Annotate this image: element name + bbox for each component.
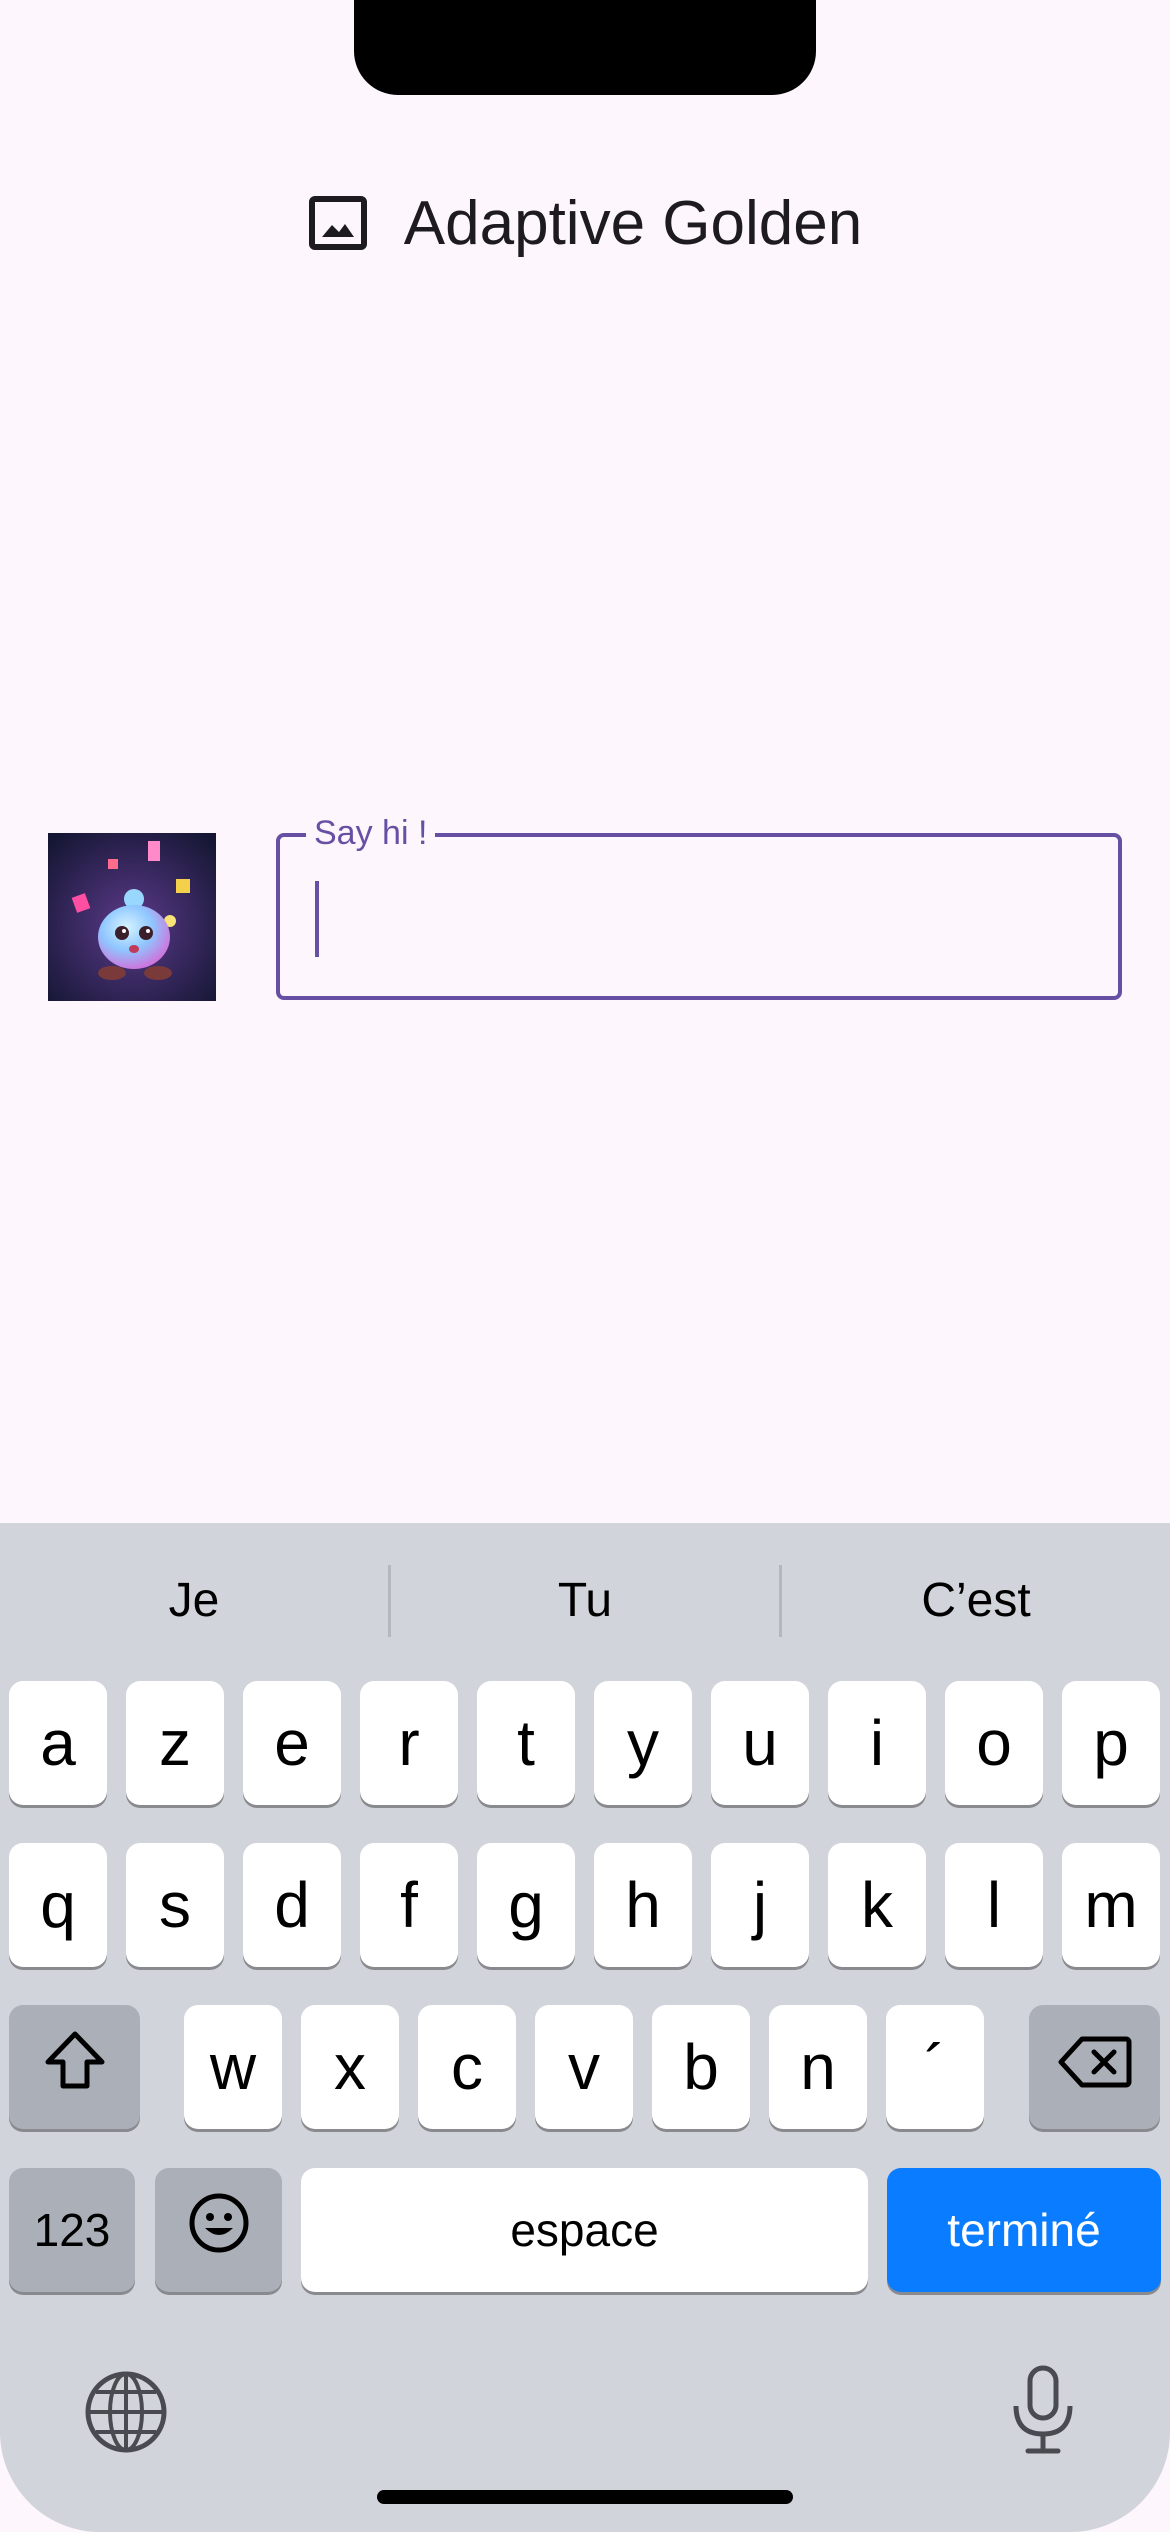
avatar — [48, 833, 216, 1001]
key-u[interactable]: u — [711, 1681, 809, 1805]
key-g[interactable]: g — [477, 1843, 575, 1967]
suggestion-item[interactable]: Tu — [391, 1523, 779, 1678]
input-label: Say hi ! — [306, 813, 436, 853]
key-y[interactable]: y — [594, 1681, 692, 1805]
key-c[interactable]: c — [418, 2005, 516, 2129]
done-key[interactable]: terminé — [887, 2168, 1161, 2292]
key-h[interactable]: h — [594, 1843, 692, 1967]
shift-key[interactable] — [9, 2005, 140, 2129]
message-input[interactable]: Say hi ! — [276, 813, 1122, 1000]
key-j[interactable]: j — [711, 1843, 809, 1967]
key-x[interactable]: x — [301, 2005, 399, 2129]
backspace-icon — [1058, 2030, 1132, 2104]
key-r[interactable]: r — [360, 1681, 458, 1805]
key-n[interactable]: n — [769, 2005, 867, 2129]
app-header: Adaptive Golden — [0, 170, 1170, 276]
key-acute[interactable]: ´ — [886, 2005, 984, 2129]
key-v[interactable]: v — [535, 2005, 633, 2129]
key-i[interactable]: i — [828, 1681, 926, 1805]
key-t[interactable]: t — [477, 1681, 575, 1805]
delete-key[interactable] — [1029, 2005, 1160, 2129]
home-indicator[interactable] — [377, 2490, 793, 2504]
page-title: Adaptive Golden — [403, 188, 863, 258]
globe-icon[interactable] — [84, 2370, 168, 2459]
key-b[interactable]: b — [652, 2005, 750, 2129]
suggestion-bar: Je Tu C’est — [0, 1523, 1170, 1678]
image-icon — [308, 195, 368, 251]
key-f[interactable]: f — [360, 1843, 458, 1967]
key-a[interactable]: a — [9, 1681, 107, 1805]
key-s[interactable]: s — [126, 1843, 224, 1967]
key-m[interactable]: m — [1062, 1843, 1160, 1967]
key-p[interactable]: p — [1062, 1681, 1160, 1805]
emoji-key[interactable] — [155, 2168, 282, 2292]
space-key[interactable]: espace — [301, 2168, 868, 2292]
notch — [354, 0, 816, 95]
key-d[interactable]: d — [243, 1843, 341, 1967]
keyboard: Je Tu C’est a z e r t y u i o p q s d f … — [0, 1523, 1170, 2532]
key-q[interactable]: q — [9, 1843, 107, 1967]
key-o[interactable]: o — [945, 1681, 1043, 1805]
key-w[interactable]: w — [184, 2005, 282, 2129]
phone-screen: Adaptive Golden Say hi ! Je Tu C’est a z… — [0, 0, 1170, 2532]
suggestion-item[interactable]: C’est — [782, 1523, 1170, 1678]
key-l[interactable]: l — [945, 1843, 1043, 1967]
key-z[interactable]: z — [126, 1681, 224, 1805]
emoji-icon — [188, 2192, 250, 2269]
shift-icon — [43, 2029, 107, 2106]
numbers-key[interactable]: 123 — [9, 2168, 135, 2292]
key-k[interactable]: k — [828, 1843, 926, 1967]
key-e[interactable]: e — [243, 1681, 341, 1805]
text-cursor — [315, 881, 319, 957]
suggestion-item[interactable]: Je — [0, 1523, 388, 1678]
microphone-icon[interactable] — [1008, 2364, 1078, 2461]
